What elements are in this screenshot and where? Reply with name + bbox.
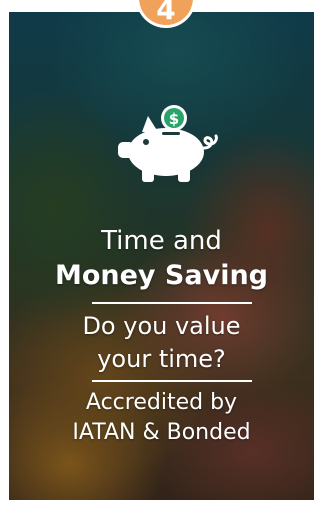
step-number-badge: 4: [136, 0, 196, 28]
accreditation-line-1: Accredited by: [85, 390, 238, 415]
question-line-2: your time?: [97, 345, 226, 373]
svg-text:$: $: [169, 110, 179, 128]
divider: [92, 302, 252, 304]
accreditation-text: Accredited by IATAN & Bonded: [9, 388, 314, 448]
piggy-bank-dollar-icon: $: [118, 105, 218, 182]
accreditation-line-2: IATAN & Bonded: [72, 420, 251, 445]
question-text: Do you value your time?: [9, 310, 314, 376]
step-number: 4: [156, 0, 176, 26]
divider: [92, 380, 252, 382]
heading-line-1: Time and: [101, 226, 222, 256]
question-line-1: Do you value: [82, 312, 241, 340]
heading-line-2: Money Saving: [54, 260, 269, 291]
